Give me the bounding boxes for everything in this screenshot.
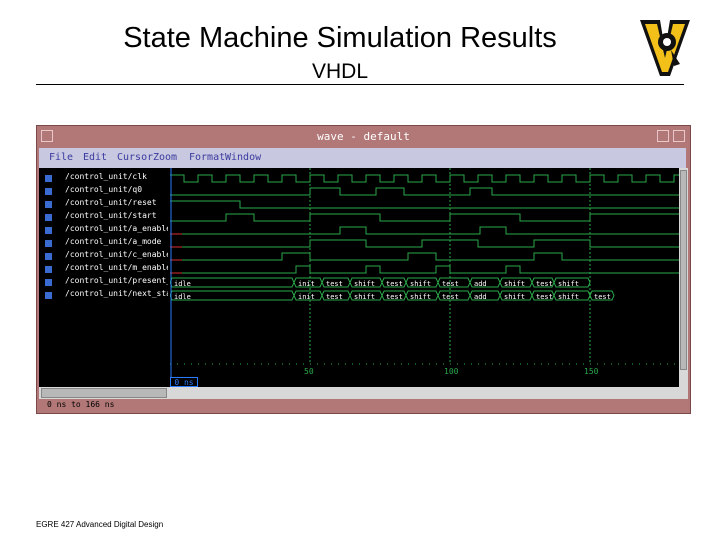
signal-name: /control_unit/c_enable	[65, 250, 168, 259]
time-tick-label: 150	[584, 367, 599, 376]
bus-value-label: test	[326, 293, 343, 301]
maximize-icon[interactable]	[673, 130, 685, 142]
signal-icon	[45, 266, 52, 273]
status-bar-text: 0 ns to 166 ns	[47, 400, 115, 409]
signal-icon	[45, 175, 52, 182]
signal-row[interactable]: /control_unit/a_mode	[39, 237, 168, 250]
signal-row[interactable]: /control_unit/clk	[39, 172, 168, 185]
bus-value-label: add	[474, 293, 487, 301]
signal-wave	[170, 252, 679, 261]
window-titlebar: wave - default	[37, 126, 690, 148]
signal-icon	[45, 201, 52, 208]
signal-wave	[170, 226, 679, 235]
minimize-icon[interactable]	[657, 130, 669, 142]
slide-rule	[36, 84, 684, 85]
signal-wave	[170, 187, 679, 196]
menu-file[interactable]: File	[49, 152, 73, 163]
bus-value-label: shift	[354, 280, 375, 288]
bus-value-label: init	[298, 280, 315, 288]
signal-wave	[170, 265, 679, 274]
menu-format[interactable]: Format	[189, 152, 225, 163]
bus-value-label: shift	[504, 280, 525, 288]
signal-row[interactable]: /control_unit/start	[39, 211, 168, 224]
vcu-ram-logo-icon	[636, 14, 694, 84]
bus-value-label: test	[594, 293, 611, 301]
signal-icon	[45, 292, 52, 299]
signal-wave	[170, 174, 679, 183]
signal-name: /control_unit/clk	[65, 172, 147, 181]
footer-text: EGRE 427 Advanced Digital Design	[36, 520, 164, 529]
signal-row[interactable]: /control_unit/reset	[39, 198, 168, 211]
signal-icon	[45, 188, 52, 195]
vertical-scrollbar[interactable]	[679, 168, 688, 399]
signal-wave	[170, 213, 679, 222]
signal-row[interactable]: /control_unit/c_enable	[39, 250, 168, 263]
signal-wave	[170, 239, 679, 248]
bus-value-label: test	[386, 293, 403, 301]
bus-value-label: test	[326, 280, 343, 288]
bus-value-label: idle	[174, 293, 191, 301]
bus-value-label: shift	[410, 280, 431, 288]
scroll-thumb[interactable]	[680, 170, 687, 370]
menubar: File Edit Cursor Zoom Format Window	[39, 148, 686, 168]
slide-subtitle: VHDL	[311, 60, 369, 83]
bus-value-label: add	[474, 280, 487, 288]
signal-icon	[45, 253, 52, 260]
signal-icon	[45, 279, 52, 286]
signal-row[interactable]: /control_unit/next_state	[39, 289, 168, 302]
waveform-canvas: idleinittestshifttestshifttestaddshiftte…	[170, 168, 679, 387]
bus-value-label: test	[386, 280, 403, 288]
menu-zoom[interactable]: Zoom	[153, 152, 177, 163]
signal-name: /control_unit/a_enable	[65, 224, 168, 233]
bus-value-label: shift	[354, 293, 375, 301]
signal-names-pane: /control_unit/clk /control_unit/q0 /cont…	[39, 168, 168, 387]
time-tick-label: 100	[444, 367, 459, 376]
bus-value-label: idle	[174, 280, 191, 288]
bus-value-label: shift	[558, 293, 579, 301]
menu-cursor[interactable]: Cursor	[117, 152, 153, 163]
menu-edit[interactable]: Edit	[83, 152, 107, 163]
window-title: wave - default	[317, 130, 410, 143]
horizontal-scrollbar[interactable]	[39, 387, 679, 399]
bus-value-label: shift	[410, 293, 431, 301]
slide-title: State Machine Simulation Results	[123, 22, 557, 54]
signal-name: /control_unit/q0	[65, 185, 143, 194]
menu-window[interactable]: Window	[225, 152, 261, 163]
signal-icon	[45, 214, 52, 221]
signal-name: /control_unit/next_state	[65, 289, 168, 298]
bus-value-label: init	[298, 293, 315, 301]
signal-row[interactable]: /control_unit/present_state	[39, 276, 168, 289]
signal-name: /control_unit/a_mode	[65, 237, 162, 246]
signal-row[interactable]: /control_unit/m_enable	[39, 263, 168, 276]
signal-row[interactable]: /control_unit/q0	[39, 185, 168, 198]
bus-value-label: test	[536, 293, 553, 301]
signal-icon	[45, 240, 52, 247]
signal-name: /control_unit/present_state	[65, 276, 168, 285]
bus-value-label: shift	[558, 280, 579, 288]
signal-wave	[170, 200, 679, 209]
bus-value-label: test	[536, 280, 553, 288]
signal-name: /control_unit/m_enable	[65, 263, 168, 272]
bus-value-label: shift	[504, 293, 525, 301]
time-tick-label: 50	[304, 367, 314, 376]
cursor-readout[interactable]: 0 ns	[170, 377, 198, 387]
scroll-thumb[interactable]	[41, 388, 167, 398]
wave-window: wave - default File Edit Cursor Zoom For…	[36, 125, 691, 414]
signal-icon	[45, 227, 52, 234]
signal-name: /control_unit/start	[65, 211, 157, 220]
signal-row[interactable]: /control_unit/a_enable	[39, 224, 168, 237]
waveform-pane[interactable]: idleinittestshifttestshifttestaddshiftte…	[170, 168, 679, 387]
signal-name: /control_unit/reset	[65, 198, 157, 207]
